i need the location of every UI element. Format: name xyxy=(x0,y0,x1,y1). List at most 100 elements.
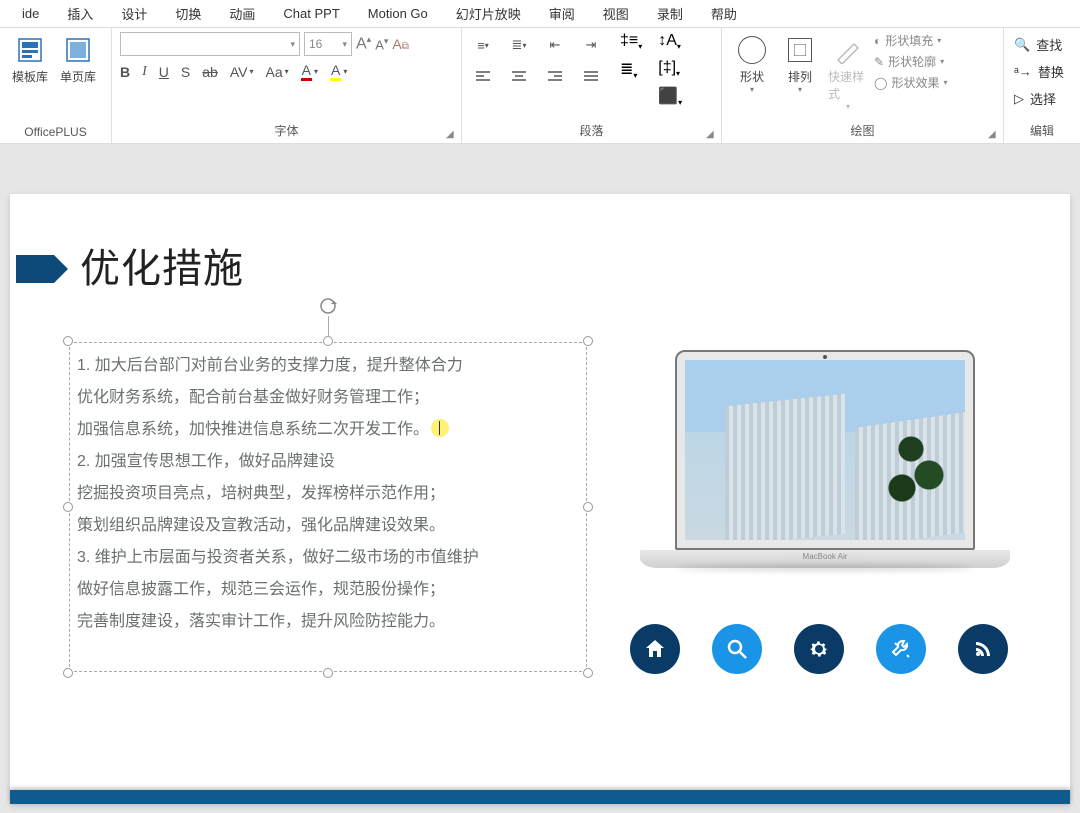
shape-effects-button[interactable]: ◯形状效果▾ xyxy=(874,74,947,91)
group-label: 绘图 xyxy=(730,120,995,141)
find-button[interactable]: 🔍查找 xyxy=(1012,32,1072,57)
select-button[interactable]: ▷选择 xyxy=(1012,86,1072,111)
bullets-button[interactable]: ≡▾ xyxy=(470,32,496,58)
resize-handle-se[interactable] xyxy=(583,668,593,678)
menu-8[interactable]: 审阅 xyxy=(535,0,589,27)
menu-0[interactable]: ide xyxy=(8,2,53,25)
rss-icon[interactable] xyxy=(958,624,1008,674)
shape-outline-button[interactable]: ✎形状轮廓▾ xyxy=(874,53,947,70)
menu-4[interactable]: 动画 xyxy=(215,0,269,27)
align-text-button[interactable]: [‡]▾ xyxy=(658,59,682,78)
menu-1[interactable]: 插入 xyxy=(53,0,107,27)
shape-fill-button[interactable]: ◐形状填充▾ xyxy=(874,32,947,49)
strike-button[interactable]: ab xyxy=(202,64,218,80)
menu-6[interactable]: Motion Go xyxy=(354,2,442,25)
indent-dec-button[interactable]: ⇤ xyxy=(542,32,568,58)
align-right-button[interactable] xyxy=(542,64,568,90)
menu-3[interactable]: 切换 xyxy=(161,0,215,27)
rotate-handle-icon[interactable] xyxy=(318,296,338,316)
distribute-button[interactable]: ≣▾ xyxy=(620,59,642,80)
resize-handle-nw[interactable] xyxy=(63,336,73,346)
text-line[interactable]: 完善制度建设，落实审计工作，提升风险防控能力。 xyxy=(77,606,579,638)
text-line[interactable]: 3. 维护上市层面与投资者关系，做好二级市场的市值维护 xyxy=(77,542,579,574)
shadow-button[interactable]: S xyxy=(181,64,190,80)
menu-bar: ide插入设计切换动画Chat PPTMotion Go幻灯片放映审阅视图录制帮… xyxy=(0,0,1080,28)
text-line[interactable]: 挖掘投资项目亮点，培树典型，发挥榜样示范作用； xyxy=(77,478,579,510)
line-spacing-button[interactable]: ‡≡▾ xyxy=(620,32,642,51)
quick-styles-button[interactable]: 快速样式▾ xyxy=(826,32,870,120)
shapes-button[interactable]: 形状▾ xyxy=(730,32,774,120)
align-justify-button[interactable] xyxy=(578,64,604,90)
title-arrow-shape[interactable] xyxy=(16,249,70,289)
chevron-down-icon: ▾ xyxy=(290,39,295,50)
text-line[interactable]: 2. 加强宣传思想工作，做好品牌建设 xyxy=(77,446,579,478)
highlight-button[interactable]: A▾ xyxy=(330,62,347,81)
change-case-button[interactable]: Aa▾ xyxy=(266,64,289,80)
text-line[interactable]: 1. 加大后台部门对前台业务的支撑力度，提升整体合力 xyxy=(77,350,579,382)
text-cursor xyxy=(431,419,449,437)
indent-inc-button[interactable]: ⇥ xyxy=(578,32,604,58)
group-label: 段落 xyxy=(470,120,713,141)
resize-handle-e[interactable] xyxy=(583,502,593,512)
laptop-image[interactable]: MacBook Air xyxy=(640,350,1010,568)
smartart-button[interactable]: ⬛▾ xyxy=(658,86,682,107)
shape-outline-icon: ✎ xyxy=(874,55,884,69)
single-page-lib-button[interactable]: 单页库 xyxy=(56,32,100,123)
ribbon-group-officeplus: 模板库 单页库 OfficePLUS xyxy=(0,28,112,143)
text-line[interactable]: 优化财务系统，配合前台基金做好财务管理工作； xyxy=(77,382,579,414)
arrange-button[interactable]: 排列▾ xyxy=(778,32,822,120)
text-line[interactable]: 加强信息系统，加快推进信息系统二次开发工作。 xyxy=(77,414,579,446)
arrange-icon xyxy=(784,34,816,66)
tools-icon[interactable] xyxy=(876,624,926,674)
search-icon: 🔍 xyxy=(1014,37,1030,53)
rotate-stem xyxy=(328,316,329,336)
numbering-button[interactable]: ≣▾ xyxy=(506,32,532,58)
shrink-font-button[interactable]: A▾ xyxy=(375,36,388,52)
home-icon[interactable] xyxy=(630,624,680,674)
slide-footer-bar xyxy=(10,790,1070,804)
dialog-launcher-icon[interactable]: ◢ xyxy=(988,129,1000,141)
resize-handle-n[interactable] xyxy=(323,336,333,346)
resize-handle-w[interactable] xyxy=(63,502,73,512)
dialog-launcher-icon[interactable]: ◢ xyxy=(446,129,458,141)
clear-format-button[interactable]: A⧉ xyxy=(392,36,408,52)
menu-11[interactable]: 帮助 xyxy=(697,0,751,27)
resize-handle-sw[interactable] xyxy=(63,668,73,678)
font-color-button[interactable]: A▾ xyxy=(301,62,318,81)
resize-handle-s[interactable] xyxy=(323,668,333,678)
group-label: 字体 xyxy=(120,120,453,141)
template-lib-button[interactable]: 模板库 xyxy=(8,32,52,123)
slide[interactable]: 优化措施 1. 加大后台部门对前台业务的支撑力度，提升整体合力优化财务系统，配合… xyxy=(10,194,1070,804)
selected-text-box[interactable]: 1. 加大后台部门对前台业务的支撑力度，提升整体合力优化财务系统，配合前台基金做… xyxy=(69,342,587,672)
menu-7[interactable]: 幻灯片放映 xyxy=(442,0,535,27)
slide-canvas-area[interactable]: 优化措施 1. 加大后台部门对前台业务的支撑力度，提升整体合力优化财务系统，配合… xyxy=(0,144,1080,813)
text-line[interactable]: 做好信息披露工作，规范三会运作，规范股份操作； xyxy=(77,574,579,606)
search-icon[interactable] xyxy=(712,624,762,674)
select-icon: ▷ xyxy=(1014,91,1024,107)
font-name-combo[interactable]: ▾ xyxy=(120,32,300,56)
text-content[interactable]: 1. 加大后台部门对前台业务的支撑力度，提升整体合力优化财务系统，配合前台基金做… xyxy=(77,350,579,664)
slide-title[interactable]: 优化措施 xyxy=(80,236,244,294)
menu-5[interactable]: Chat PPT xyxy=(269,2,353,25)
chevron-down-icon: ▾ xyxy=(342,39,347,50)
bold-button[interactable]: B xyxy=(120,64,130,80)
font-size-combo[interactable]: 16▾ xyxy=(304,32,352,56)
text-line[interactable]: 策划组织品牌建设及宣教活动，强化品牌建设效果。 xyxy=(77,510,579,542)
align-center-button[interactable] xyxy=(506,64,532,90)
resize-handle-ne[interactable] xyxy=(583,336,593,346)
building-photo xyxy=(685,360,965,540)
menu-2[interactable]: 设计 xyxy=(107,0,161,27)
underline-button[interactable]: U xyxy=(159,64,169,80)
replace-button[interactable]: ᵃ→替换 xyxy=(1012,59,1072,84)
dialog-launcher-icon[interactable]: ◢ xyxy=(706,129,718,141)
group-label: OfficePLUS xyxy=(8,123,103,141)
menu-10[interactable]: 录制 xyxy=(643,0,697,27)
text-direction-button[interactable]: ↕A▾ xyxy=(658,32,682,51)
align-left-button[interactable] xyxy=(470,64,496,90)
grow-font-button[interactable]: A▴ xyxy=(356,34,371,53)
italic-button[interactable]: I xyxy=(142,64,147,80)
menu-9[interactable]: 视图 xyxy=(589,0,643,27)
char-spacing-button[interactable]: AV▾ xyxy=(230,64,254,80)
gear-icon[interactable] xyxy=(794,624,844,674)
ribbon: 模板库 单页库 OfficePLUS ▾ 16▾ A▴ A▾ A⧉ xyxy=(0,28,1080,144)
